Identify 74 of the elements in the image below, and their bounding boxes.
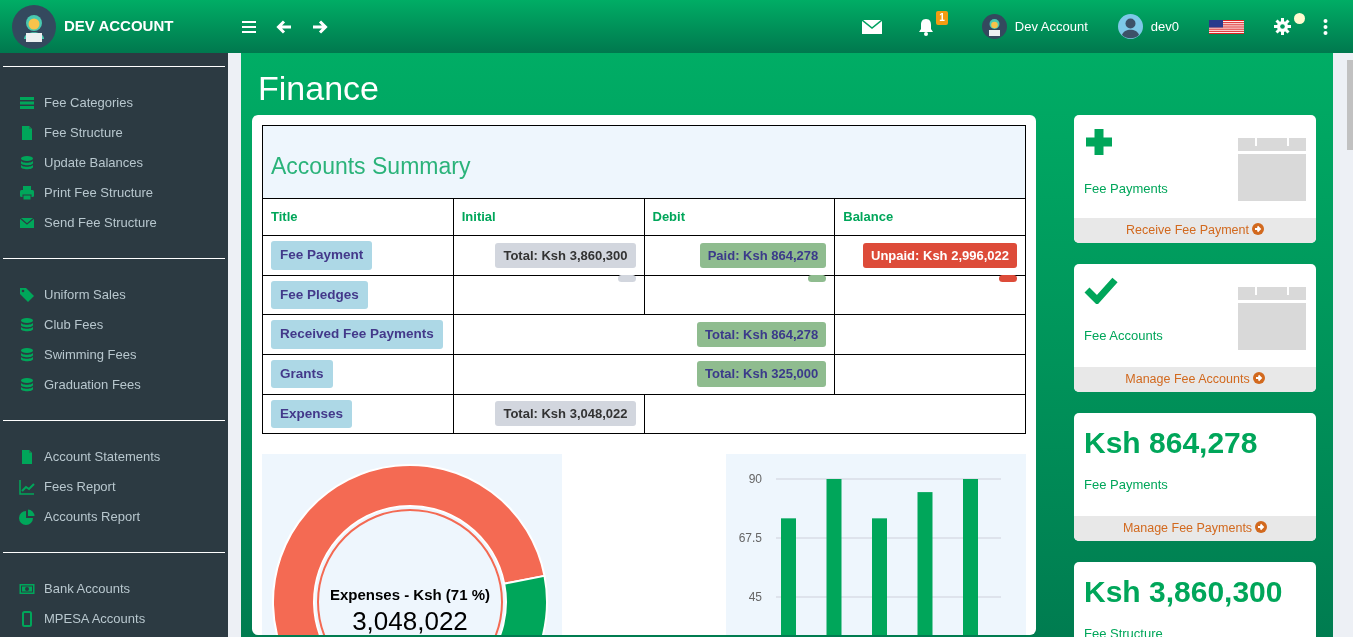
coins-stack-icon — [18, 317, 36, 333]
amount-label: Paid: Ksh 864,278 — [699, 242, 827, 269]
avatar-icon — [12, 4, 56, 49]
envelope-icon — [18, 215, 36, 231]
page-title: Finance — [257, 68, 380, 109]
sidebar-item[interactable]: Swimming Fees — [3, 340, 225, 370]
pie-chart-icon — [18, 509, 36, 525]
scrollbar-thumb[interactable] — [1347, 60, 1353, 150]
amount-label: Unpaid: Ksh 2,996,022 — [863, 242, 1017, 269]
sidebar-item[interactable]: Update Balances — [3, 148, 225, 178]
tile-caption: Fee Accounts — [1084, 327, 1164, 345]
account-name[interactable]: Dev Account — [1014, 16, 1088, 37]
plus-icon — [1084, 127, 1114, 157]
amount-value: Ksh 3,860,300 — [1084, 574, 1284, 610]
column-header: Debit — [644, 198, 835, 236]
forward-arrow-icon[interactable] — [312, 18, 328, 35]
row-title-label[interactable]: Received Fee Payments — [271, 320, 443, 349]
sidebar-item[interactable]: Fees Report — [3, 472, 225, 502]
sidebar-item[interactable]: Fee Structure — [3, 118, 225, 148]
line-chart-icon — [18, 479, 36, 495]
amount-label: Total: Ksh 3,860,300 — [495, 242, 636, 269]
sidebar-item[interactable]: Graduation Fees — [3, 370, 225, 400]
status-dot — [1294, 13, 1305, 24]
amount-label: Total: Ksh 864,278 — [697, 321, 827, 348]
sidebar-item[interactable]: Uniform Sales — [3, 280, 225, 310]
row-title-label[interactable]: Fee Pledges — [271, 281, 368, 310]
arrow-circle-icon — [1252, 372, 1265, 384]
tile-caption: Fee Payments — [1084, 180, 1169, 198]
bell-icon[interactable] — [917, 17, 936, 36]
row-title-label[interactable]: Grants — [271, 359, 333, 389]
list-icon — [18, 95, 36, 111]
axis-tick-label: 67.5 — [738, 530, 762, 545]
sidebar-item[interactable]: MPESA Accounts — [3, 604, 225, 634]
row-title-label[interactable]: Fee Payment — [271, 241, 373, 270]
axis-tick-label: 90 — [748, 471, 762, 486]
user-avatar-icon — [1117, 14, 1143, 39]
column-header: Balance — [834, 198, 1026, 236]
sidebar-item[interactable]: Bank Accounts — [3, 574, 225, 604]
column-header: Title — [262, 198, 454, 236]
axis-tick-label: 45 — [748, 589, 762, 604]
check-icon — [1084, 276, 1118, 304]
row-title-label[interactable]: Expenses — [271, 399, 353, 428]
sidebar-item[interactable]: Send Fee Structure — [3, 208, 225, 238]
column-header: Initial — [453, 198, 644, 236]
arrow-circle-icon — [1255, 521, 1268, 533]
donut-label: Expenses - Ksh (71 %) — [329, 585, 491, 603]
flag-icon[interactable] — [1209, 19, 1244, 34]
more-options-icon[interactable] — [1323, 18, 1328, 35]
sidebar-item[interactable]: Accounts Report — [3, 502, 225, 532]
tile-caption: Fee Payments — [1084, 476, 1169, 494]
mail-icon[interactable] — [862, 19, 883, 34]
amount-value: Ksh 864,278 — [1084, 425, 1259, 461]
donut-value: 3,048,022 — [352, 605, 468, 635]
back-arrow-icon[interactable] — [276, 18, 292, 35]
sidebar-item[interactable]: Print Fee Structure — [3, 178, 225, 208]
amount-label: Total: Ksh 325,000 — [697, 361, 827, 387]
coins-stack-icon — [18, 377, 36, 393]
notification-count: 1 — [936, 10, 948, 25]
avatar-icon — [981, 14, 1007, 39]
coins-stack-icon — [18, 347, 36, 363]
brand-name: DEV ACCOUNT — [64, 16, 174, 37]
sidebar-item[interactable]: Account Statements — [3, 442, 225, 472]
coins-stack-icon — [18, 155, 36, 171]
sidebar-item[interactable]: Fee Categories — [3, 88, 225, 118]
arrow-circle-icon — [1252, 223, 1264, 235]
user-name[interactable]: dev0 — [1150, 16, 1179, 37]
banknote-icon — [18, 581, 36, 597]
amount-label: Total: Ksh 3,048,022 — [495, 400, 636, 427]
table-title: Accounts Summary — [262, 125, 1026, 199]
sidebar-item[interactable]: Club Fees — [3, 310, 225, 340]
printer-icon — [18, 185, 36, 201]
menu-icon[interactable] — [242, 20, 256, 33]
tag-icon — [18, 287, 36, 303]
settings-icon[interactable] — [1274, 18, 1291, 35]
